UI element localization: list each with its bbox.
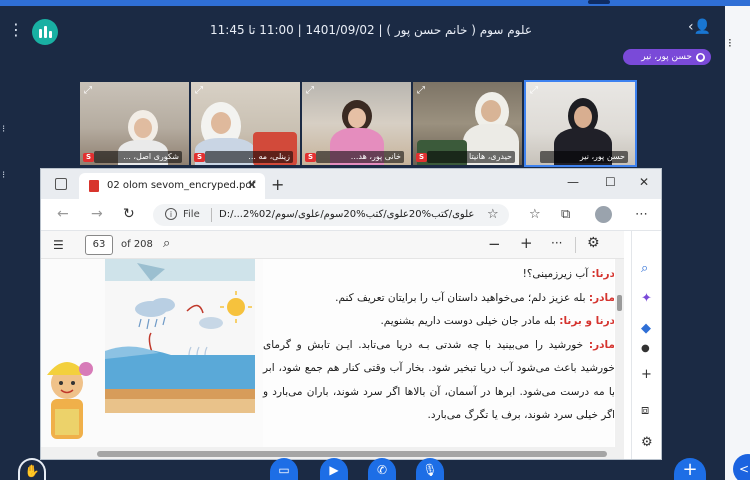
text-line: بله مادر جان خیلی دوست داریم بشنویم.	[380, 315, 560, 327]
address-label: File	[183, 209, 200, 220]
expand-icon[interactable]: ⤢	[84, 85, 92, 96]
back-icon[interactable]: ←	[57, 206, 69, 222]
settings-icon[interactable]: ⚙	[587, 235, 600, 251]
pdf-file-icon	[89, 180, 99, 192]
pdf-page: درنا: آب زیرزمینی؟! مادر: بله عزیز دلم؛ …	[41, 259, 614, 447]
expand-icon[interactable]: ⤢	[306, 85, 314, 96]
browser-tab[interactable]: 02 olom sevom_encryped.pdf ✕	[79, 173, 265, 199]
forward-icon[interactable]: →	[91, 206, 103, 222]
user-list-icon[interactable]: ‹👤	[688, 19, 711, 35]
zoom-out-icon[interactable]: −	[488, 235, 501, 253]
participant-tile-active[interactable]: ⤢ حسن پور، نیر	[524, 80, 637, 167]
camera-icon[interactable]: ▶	[320, 458, 348, 480]
record-icon: S	[305, 153, 316, 162]
participant-tile[interactable]: ⤢ S زینلی، مه ...	[191, 82, 300, 165]
share-screen-icon[interactable]: ▭	[270, 458, 298, 480]
presenter-badge: حسن پور، نیر ●	[623, 49, 711, 65]
record-icon: S	[83, 153, 94, 162]
expand-icon[interactable]: ⤢	[195, 85, 203, 96]
favorite-icon[interactable]: ☆	[487, 207, 499, 222]
microphone-icon[interactable]: 🎙	[416, 458, 444, 480]
speaker-label: مادر:	[588, 338, 614, 351]
meeting-header: ⋮ علوم سوم ( خانم حسن پور ) | 1401/09/02…	[0, 6, 725, 50]
pdf-toolbar: ☰ 63 of 208 ⌕ − + ··· ⚙	[41, 231, 624, 259]
panel-handle-icon[interactable]: ⁝	[728, 36, 732, 50]
pdf-text: درنا: آب زیرزمینی؟! مادر: بله عزیز دلم؛ …	[263, 263, 614, 428]
left-edge-dots-icon[interactable]: ⁝	[2, 170, 5, 181]
close-window-icon[interactable]: ✕	[639, 175, 649, 189]
shared-browser-window[interactable]: 02 olom sevom_encryped.pdf ✕ + — ☐ ✕ ← →…	[40, 168, 662, 460]
collections-icon[interactable]: ⧉	[561, 207, 570, 222]
left-edge-handle-icon[interactable]: ⁝	[2, 124, 5, 135]
refresh-icon[interactable]: ↻	[123, 206, 135, 222]
info-icon[interactable]: i	[165, 208, 177, 220]
tools-icon[interactable]: ●	[641, 343, 650, 354]
app-logo-icon	[32, 19, 58, 45]
record-icon: S	[194, 153, 205, 162]
browser-tab-bar: 02 olom sevom_encryped.pdf ✕ + — ☐ ✕	[41, 169, 661, 199]
phone-icon[interactable]: ✆	[368, 458, 396, 480]
participant-name: خانی پور، هد...	[316, 151, 404, 163]
sidebar-toggle-icon[interactable]: ⧈	[641, 403, 649, 418]
participant-name: زینلی، مه ...	[205, 151, 293, 163]
browser-sidebar: ⌕ ✦ ◆ ● + ⧈ ⚙	[631, 231, 661, 459]
minimize-icon[interactable]: —	[567, 175, 579, 189]
address-url: D:/...2%02/علوی/کتب%20علوی/کتب%20سوم/علو…	[219, 209, 475, 220]
open-panel-icon[interactable]: <	[733, 454, 750, 480]
mic-icon: ●	[696, 52, 705, 62]
add-sidebar-icon[interactable]: +	[641, 367, 652, 382]
search-icon[interactable]: ⌕	[163, 236, 170, 251]
text-line: آب زیرزمینی؟!	[522, 268, 592, 280]
sidebar-settings-icon[interactable]: ⚙	[641, 435, 653, 450]
meeting-title: علوم سوم ( خانم حسن پور ) | 1401/09/02 |…	[210, 23, 533, 37]
speaker-label: مادر:	[588, 291, 614, 304]
water-cycle-illustration	[41, 259, 263, 447]
participant-tile[interactable]: ⤢ S حیدری، هانیتا	[413, 82, 522, 165]
record-icon: S	[416, 153, 427, 162]
favorites-icon[interactable]: ☆	[529, 207, 541, 222]
page-count: of 208	[121, 239, 153, 250]
new-tab-icon[interactable]: +	[271, 175, 284, 194]
shopping-icon[interactable]: ◆	[641, 321, 651, 336]
participant-tile[interactable]: ⤢ S خانی پور، هد...	[302, 82, 411, 165]
profile-avatar[interactable]	[595, 206, 612, 223]
close-tab-icon[interactable]: ✕	[247, 178, 257, 192]
toolbar-divider	[575, 237, 576, 253]
presenter-name: حسن پور، نیر	[641, 52, 692, 62]
expand-icon[interactable]: ⤢	[530, 85, 538, 96]
top-strip-handle[interactable]	[588, 0, 610, 4]
vertical-scrollbar[interactable]	[615, 259, 624, 447]
tab-title: 02 olom sevom_encryped.pdf	[107, 180, 256, 191]
scroll-thumb[interactable]	[97, 451, 607, 457]
more-options-icon[interactable]: ⋮	[8, 22, 24, 38]
scroll-thumb[interactable]	[617, 295, 622, 311]
more-icon[interactable]: ⋯	[635, 207, 648, 222]
tab-actions-icon[interactable]	[55, 178, 67, 190]
pdf-more-icon[interactable]: ···	[551, 236, 562, 250]
zoom-in-icon[interactable]: +	[520, 234, 533, 252]
add-icon[interactable]: +	[674, 458, 706, 480]
search-sidebar-icon[interactable]: ⌕	[641, 261, 648, 276]
copilot-icon[interactable]: ✦	[641, 291, 652, 306]
participant-name: شکوری اصل، ...	[94, 151, 182, 163]
participant-name: حیدری، هانیتا	[427, 151, 515, 163]
text-paragraph: خورشید را می‌بینید با چه شدتی بـه دریا م…	[263, 338, 614, 422]
page-number-input[interactable]: 63	[85, 235, 113, 255]
participant-name: حسن پور، نیر	[540, 151, 628, 163]
raise-hand-icon[interactable]: ✋	[18, 458, 46, 480]
address-separator	[211, 208, 212, 222]
text-line: بله عزیز دلم؛ می‌خواهید داستان آب را برا…	[335, 291, 589, 304]
chat-side-panel[interactable]: ⁝ <	[725, 6, 750, 480]
participant-tile[interactable]: ⤢ S شکوری اصل، ...	[80, 82, 189, 165]
meeting-controls: ✋ ▭ ▶ ✆ 🎙 +	[0, 458, 725, 480]
speaker-label: درنا و برنا:	[559, 315, 614, 327]
expand-icon[interactable]: ⤢	[417, 85, 425, 96]
maximize-icon[interactable]: ☐	[605, 175, 616, 189]
speaker-label: درنا:	[591, 268, 614, 280]
browser-nav-bar: ← → ↻ i File D:/...2%02/علوی/کتب%20علوی/…	[41, 199, 661, 231]
contents-icon[interactable]: ☰	[53, 238, 64, 252]
address-bar[interactable]: i File D:/...2%02/علوی/کتب%20علوی/کتب%20…	[153, 204, 509, 226]
